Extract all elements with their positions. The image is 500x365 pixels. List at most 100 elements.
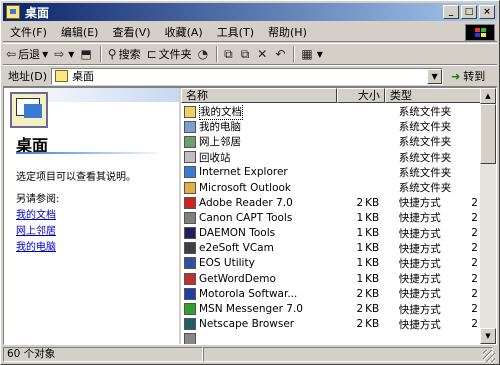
menu-tools[interactable]: 工具(T): [210, 24, 261, 40]
delete-button[interactable]: ✕: [254, 44, 272, 64]
window-title: 桌面: [25, 5, 50, 20]
file-type: 快捷方式: [398, 273, 441, 286]
file-type: 系统文件夹: [398, 106, 452, 119]
file-name-cell: 网上邻居: [181, 134, 338, 149]
resize-grip-icon[interactable]: [483, 350, 495, 362]
file-size-unit: KB: [365, 196, 380, 209]
menu-bar: 文件(F) 编辑(E) 查看(V) 收藏(A) 工具(T) 帮助(H): [3, 23, 497, 42]
file-name: 网上邻居: [199, 136, 241, 149]
link-my-computer[interactable]: 我的电脑: [16, 238, 56, 253]
file-type: 快捷方式: [398, 197, 441, 210]
close-button[interactable]: ×: [479, 5, 495, 19]
file-name: 我的文档: [199, 104, 243, 121]
file-row[interactable]: e2eSoft VCam 1 KB 快捷方式 2: [181, 241, 481, 256]
web-view-pane: 桌面 选定项目可以查看其说明。 另请参阅: 我的文档 网上邻居 我的电脑: [4, 88, 179, 344]
content-area: 桌面 选定项目可以查看其说明。 另请参阅: 我的文档 网上邻居 我的电脑 名称 …: [3, 87, 497, 345]
title-bar[interactable]: 桌面 _ □ ×: [3, 3, 497, 21]
file-name-cell: Microsoft Outlook: [181, 181, 338, 194]
move-to-button[interactable]: ⧉: [221, 44, 238, 64]
link-my-documents[interactable]: 我的文档: [16, 206, 56, 221]
column-header-name[interactable]: 名称: [181, 88, 337, 103]
file-row[interactable]: 回收站 系统文件夹: [181, 150, 481, 165]
forward-button[interactable]: ⇨ ▼: [51, 44, 77, 64]
menu-view[interactable]: 查看(V): [105, 24, 157, 40]
camera-icon: [184, 257, 196, 270]
daemon-tools-icon: [184, 227, 196, 240]
file-row[interactable]: DAEMON Tools 1 KB 快捷方式 2: [181, 226, 481, 241]
network-icon: [184, 135, 196, 148]
file-row[interactable]: Microsoft Outlook 系统文件夹: [181, 180, 481, 195]
scroll-down-button[interactable]: ▼: [480, 328, 496, 344]
back-button[interactable]: ⇦ 后退 ▼: [3, 44, 51, 64]
file-row[interactable]: Motorola Softwar... 2 KB 快捷方式 2: [181, 286, 481, 301]
forward-arrow-icon: ⇨: [54, 47, 65, 61]
file-size: 2: [356, 303, 364, 316]
file-row[interactable]: 我的文档 系统文件夹: [181, 104, 481, 121]
file-name-cell: Netscape Browser: [181, 318, 338, 331]
search-icon: ⚲: [107, 47, 117, 61]
file-row[interactable]: 我的电脑 系统文件夹: [181, 119, 481, 134]
search-button[interactable]: ⚲ 搜索: [105, 44, 144, 64]
history-icon: ◔: [197, 47, 209, 61]
file-name: Netscape Browser: [199, 318, 295, 331]
menu-edit[interactable]: 编辑(E): [54, 24, 106, 40]
views-icon: ▦: [301, 47, 313, 61]
views-button[interactable]: ▦ ▼: [298, 44, 326, 64]
file-row[interactable]: [181, 332, 481, 344]
msn-icon: [184, 303, 196, 316]
toolbar-separator: [293, 46, 296, 62]
file-row[interactable]: 网上邻居 系统文件夹: [181, 134, 481, 149]
file-size-unit: KB: [365, 318, 380, 331]
file-size-unit: KB: [365, 303, 380, 316]
file-size-unit: KB: [365, 287, 380, 300]
undo-button[interactable]: ↶: [272, 44, 290, 64]
up-folder-icon: ⬒: [80, 47, 92, 61]
address-input[interactable]: 桌面 ▼: [51, 67, 444, 85]
up-folder-button[interactable]: ⬒: [77, 44, 96, 64]
file-type: 快捷方式: [398, 318, 441, 331]
vertical-scrollbar[interactable]: ▲ ▼: [480, 88, 496, 344]
go-button[interactable]: ➜ 转到: [451, 68, 485, 84]
address-dropdown-icon[interactable]: ▼: [427, 68, 443, 84]
file-name-cell: GetWordDemo: [181, 272, 338, 285]
status-object-count: 60 个对象: [3, 347, 203, 362]
file-row[interactable]: EOS Utility 1 KB 快捷方式 2: [181, 256, 481, 271]
menu-file[interactable]: 文件(F): [3, 24, 54, 40]
file-row[interactable]: Canon CAPT Tools 1 KB 快捷方式 2: [181, 210, 481, 225]
file-size-unit: KB: [365, 242, 380, 255]
folders-label: 文件夹: [158, 48, 192, 61]
file-name: 回收站: [199, 151, 231, 164]
menu-help[interactable]: 帮助(H): [261, 24, 314, 40]
history-button[interactable]: ◔: [195, 44, 213, 64]
copy-to-button[interactable]: ⧉: [238, 44, 255, 64]
address-value: 桌面: [72, 70, 95, 83]
forward-dropdown-icon[interactable]: ▼: [68, 50, 74, 59]
address-bar: 地址(D) 桌面 ▼ ➜ 转到: [3, 65, 497, 87]
file-type: 系统文件夹: [398, 121, 452, 134]
file-row[interactable]: Internet Explorer 系统文件夹: [181, 165, 481, 180]
folders-button[interactable]: ⊏ 文件夹: [144, 44, 195, 64]
folders-icon: ⊏: [146, 47, 157, 61]
views-dropdown-icon[interactable]: ▼: [317, 50, 323, 59]
file-size: 1: [356, 227, 364, 240]
file-size: 2: [356, 287, 364, 300]
file-list: 我的文档 系统文件夹 我的电脑 系统文件夹 网上邻居 系统文件夹 回收站 系统文件夹 Inter…: [181, 104, 481, 344]
link-network-places[interactable]: 网上邻居: [16, 222, 56, 237]
file-type: 快捷方式: [398, 242, 441, 255]
file-size: 1: [356, 242, 364, 255]
file-row[interactable]: MSN Messenger 7.0 2 KB 快捷方式 2: [181, 301, 481, 316]
scroll-thumb[interactable]: [480, 104, 496, 164]
column-header-type[interactable]: 类型: [384, 88, 481, 103]
maximize-button[interactable]: □: [461, 5, 477, 19]
scroll-up-button[interactable]: ▲: [480, 88, 496, 104]
file-row[interactable]: Adobe Reader 7.0 2 KB 快捷方式 2: [181, 195, 481, 210]
file-row[interactable]: Netscape Browser 2 KB 快捷方式 2: [181, 317, 481, 332]
file-row[interactable]: GetWordDemo 1 KB 快捷方式 2: [181, 271, 481, 286]
back-dropdown-icon[interactable]: ▼: [42, 50, 48, 59]
file-name: e2eSoft VCam: [199, 242, 274, 255]
go-arrow-icon: ➜: [451, 69, 461, 83]
column-header-size[interactable]: 大小: [336, 88, 385, 103]
minimize-button[interactable]: _: [443, 5, 459, 19]
menu-favorites[interactable]: 收藏(A): [158, 24, 210, 40]
copy-to-icon: ⧉: [240, 46, 250, 61]
